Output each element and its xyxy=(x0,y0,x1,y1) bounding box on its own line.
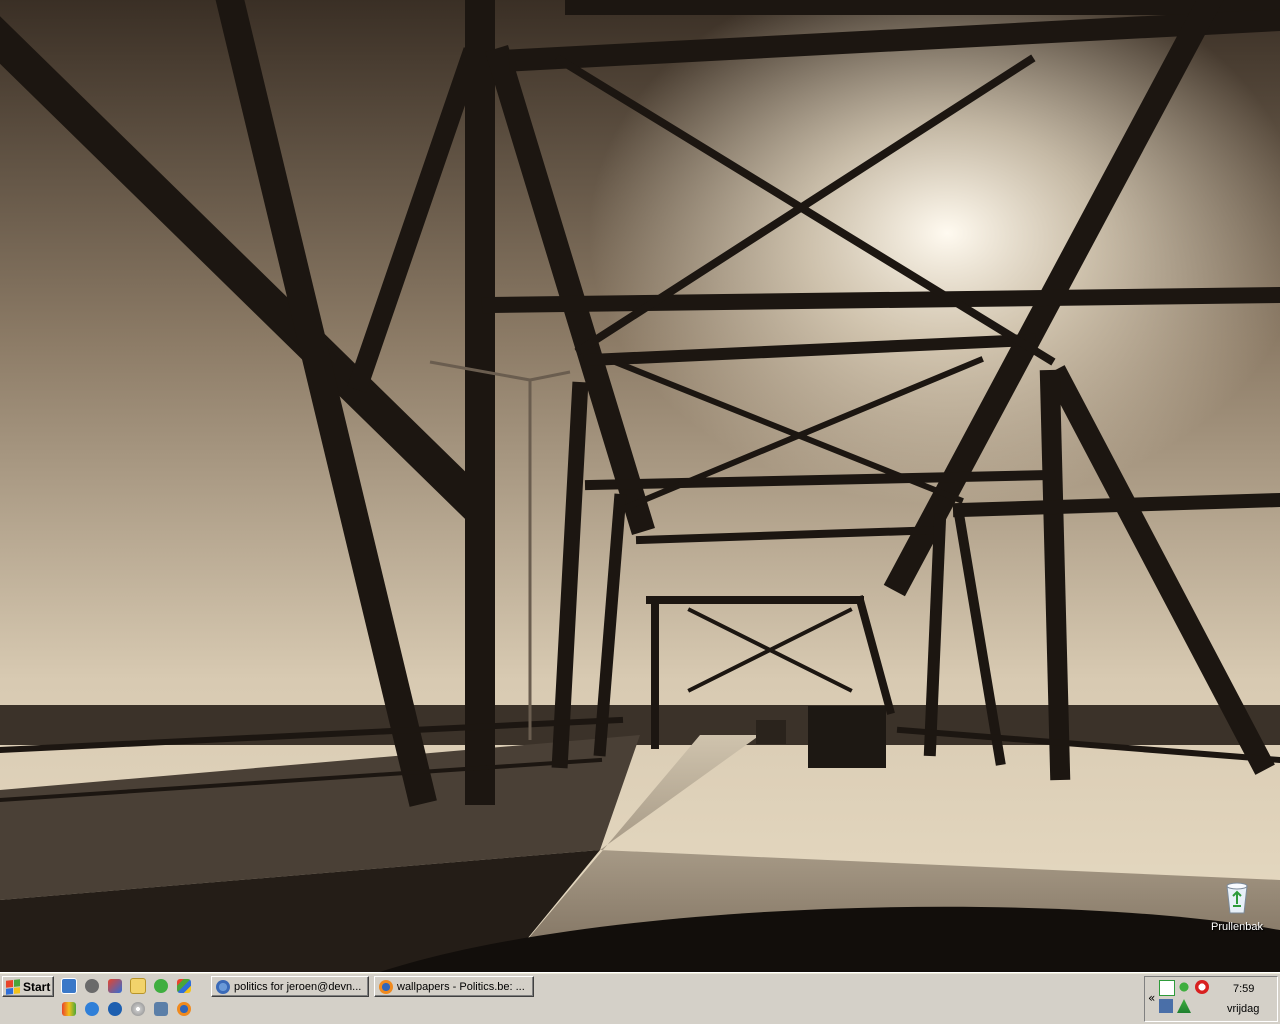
task-label: wallpapers - Politics.be: ... xyxy=(397,980,525,993)
system-tray: « 7:59 vrijdag xyxy=(1144,976,1278,1022)
desktop[interactable]: Prullenbak xyxy=(0,0,1280,972)
firefox-icon xyxy=(379,979,393,994)
network-icon[interactable] xyxy=(152,1000,170,1018)
start-label: Start xyxy=(23,979,51,994)
browser-icon xyxy=(216,979,230,994)
windows-media-icon[interactable] xyxy=(106,977,124,995)
folder-icon[interactable] xyxy=(129,977,147,995)
update-icon[interactable] xyxy=(1177,999,1191,1013)
desktop-wallpaper xyxy=(0,0,1280,972)
network-status-icon[interactable] xyxy=(1177,980,1191,994)
clock-time[interactable]: 7:59 xyxy=(1233,983,1254,995)
recycle-bin-shortcut[interactable]: Prullenbak xyxy=(1206,880,1268,933)
monitor-icon[interactable] xyxy=(1159,999,1173,1013)
tray-expand-chevron-icon[interactable]: « xyxy=(1148,991,1155,1005)
taskbar-task-wallpapers-firefox[interactable]: wallpapers - Politics.be: ... xyxy=(374,976,534,997)
internet-explorer-icon[interactable] xyxy=(83,1000,101,1018)
antivirus-icon[interactable] xyxy=(1159,980,1175,996)
task-label: politics for jeroen@devn... xyxy=(234,980,362,993)
internet-explorer-settings-icon[interactable] xyxy=(60,977,78,995)
media-player-icon[interactable] xyxy=(106,1000,124,1018)
msn-messenger-icon[interactable] xyxy=(83,977,101,995)
windows-logo-icon xyxy=(6,978,20,995)
taskbar: Start politics for jeroen@devn... wallpa… xyxy=(0,972,1280,1024)
paint-icon[interactable] xyxy=(60,1000,78,1018)
windows-update-icon[interactable] xyxy=(175,977,193,995)
recycle-bin-icon xyxy=(1226,882,1248,914)
cd-icon[interactable] xyxy=(129,1000,147,1018)
taskbar-task-politics-browser[interactable]: politics for jeroen@devn... xyxy=(211,976,369,997)
winamp-icon[interactable] xyxy=(152,977,170,995)
start-button[interactable]: Start xyxy=(2,976,54,997)
clock-day: vrijdag xyxy=(1227,1003,1260,1015)
blocked-icon[interactable] xyxy=(1195,980,1209,994)
firefox-icon[interactable] xyxy=(175,1000,193,1018)
recycle-bin-label: Prullenbak xyxy=(1211,921,1263,933)
